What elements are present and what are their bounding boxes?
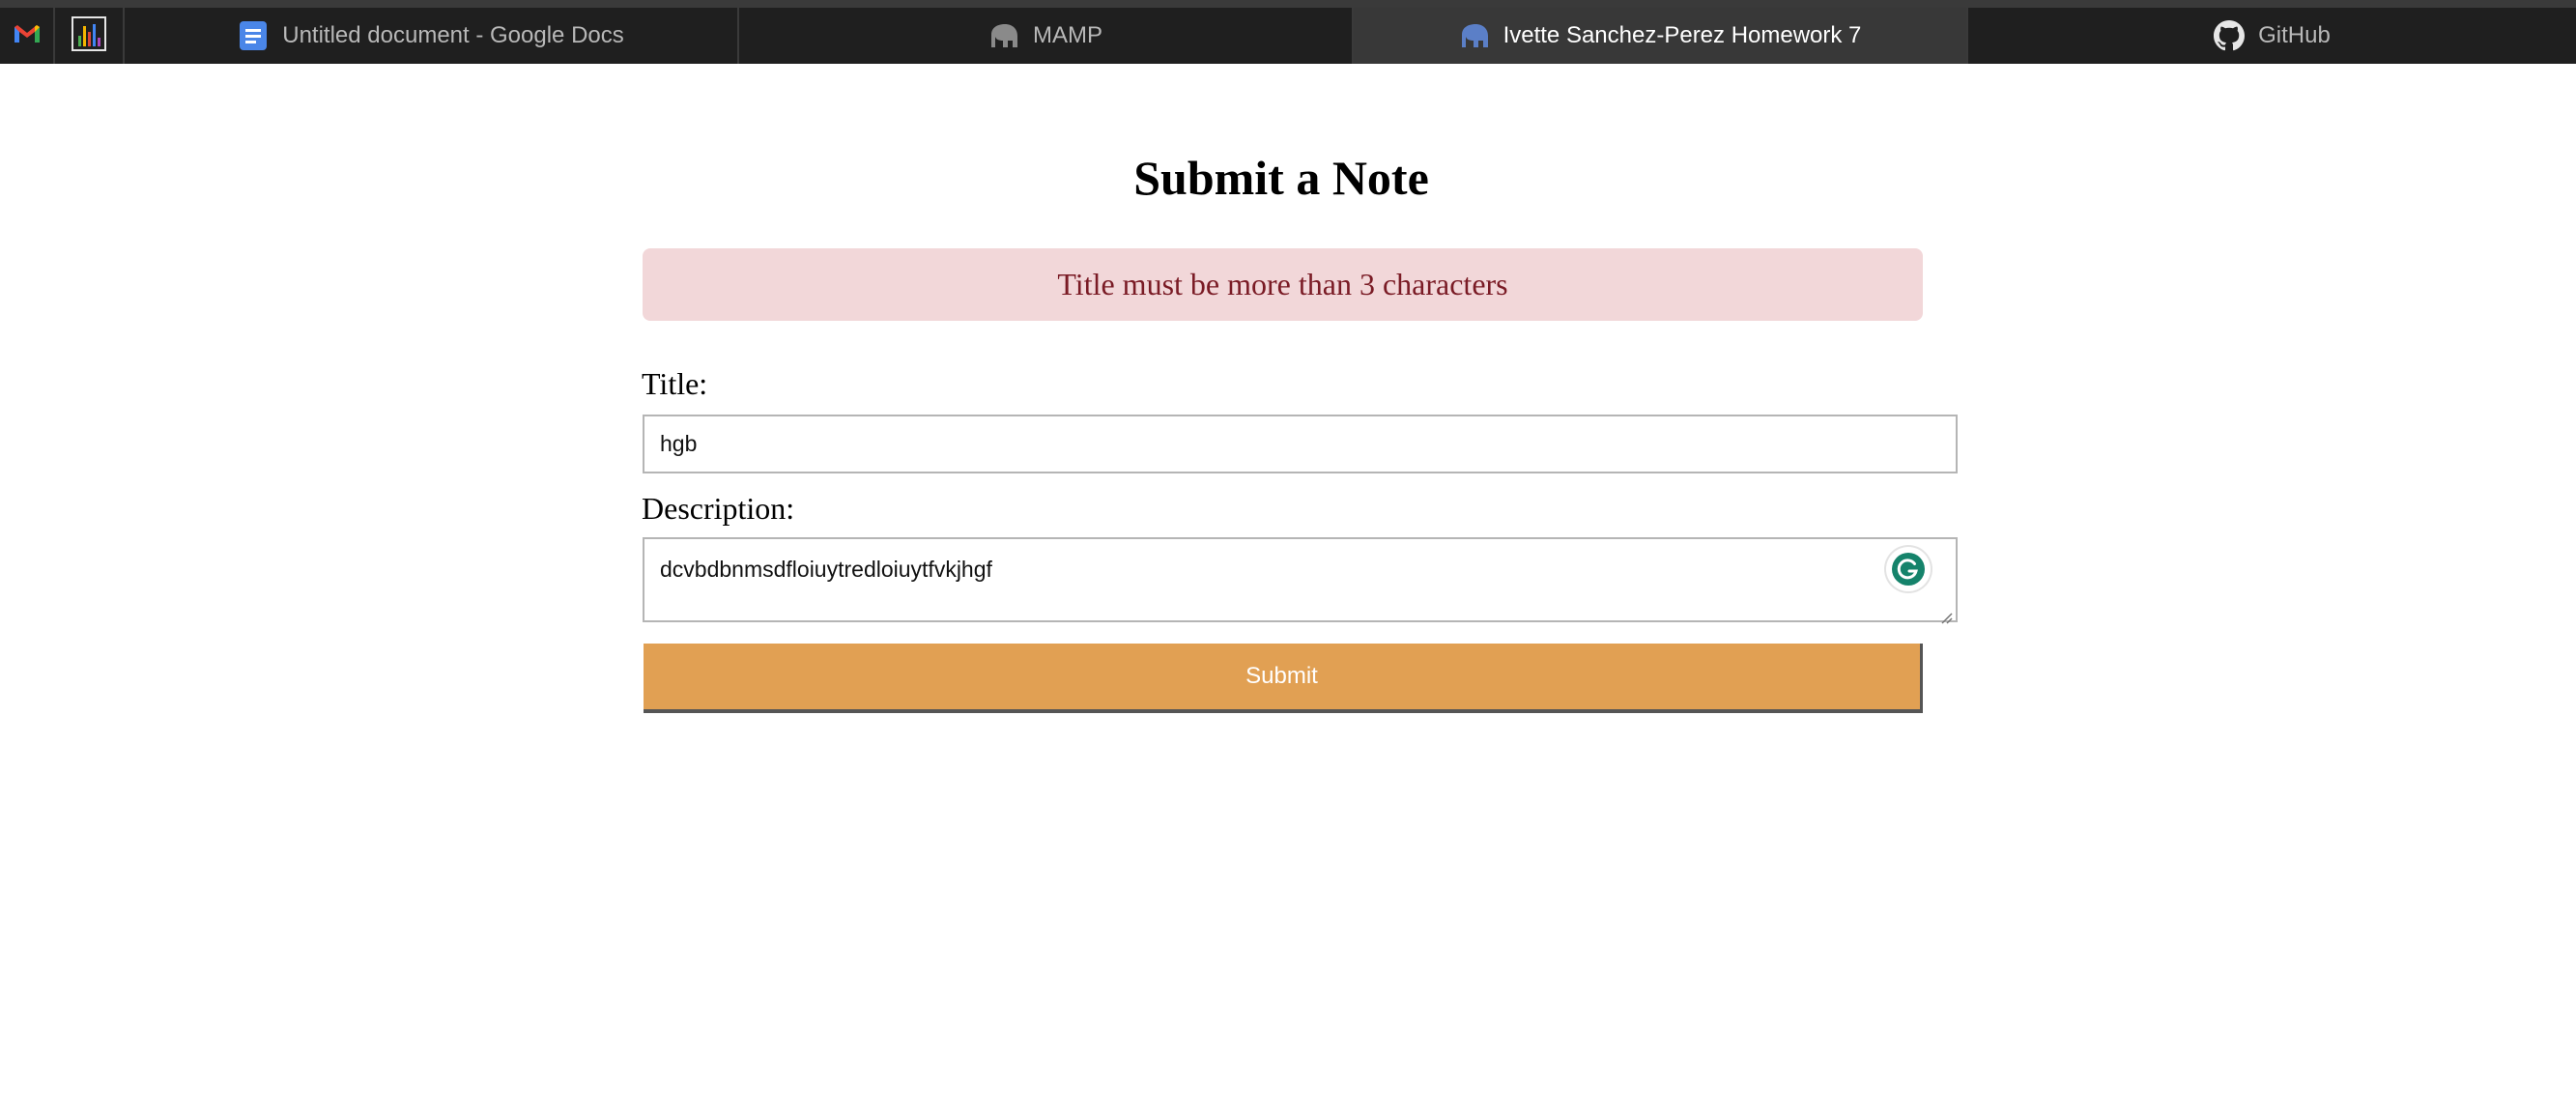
page-content: Submit a Note Title must be more than 3 … <box>0 64 2576 1117</box>
grammarly-icon[interactable] <box>1886 547 1931 591</box>
tab-label: Ivette Sanchez-Perez Homework 7 <box>1503 22 1862 48</box>
description-textarea[interactable]: dcvbdbnmsdfloiuytredloiuytfvkjhgf <box>643 537 1958 624</box>
error-alert: Title must be more than 3 characters <box>643 248 1923 321</box>
submit-button-label: Submit <box>1245 663 1318 689</box>
tab-mamp[interactable]: MAMP <box>739 8 1354 64</box>
title-input-value: hgb <box>660 431 698 456</box>
tab-label: GitHub <box>2258 22 2331 48</box>
google-docs-icon <box>238 20 269 51</box>
tab-homework-7[interactable]: Ivette Sanchez-Perez Homework 7 <box>1354 8 1968 64</box>
description-textarea-value: dcvbdbnmsdfloiuytredloiuytfvkjhgf <box>660 557 992 582</box>
tab-github[interactable]: GitHub <box>1968 8 2576 64</box>
pinned-tab-gmail[interactable] <box>0 8 55 64</box>
submit-button[interactable]: Submit <box>644 644 1923 713</box>
tab-label: Untitled document - Google Docs <box>282 22 624 48</box>
gmail-icon <box>13 23 42 49</box>
page-title: Submit a Note <box>1133 151 1429 205</box>
error-message: Title must be more than 3 characters <box>1057 267 1508 301</box>
resize-handle-icon[interactable] <box>1939 604 1953 624</box>
title-input[interactable]: hgb <box>643 415 1958 473</box>
pinned-tab-analytics[interactable] <box>55 8 125 64</box>
description-label: Description: <box>642 491 795 526</box>
php-elephant-icon <box>1459 23 1490 48</box>
tab-google-docs[interactable]: Untitled document - Google Docs <box>125 8 739 64</box>
tab-label: MAMP <box>1033 22 1102 48</box>
github-icon <box>2214 20 2246 51</box>
title-label: Title: <box>642 366 708 401</box>
analytics-icon <box>72 15 106 56</box>
browser-tab-strip: Untitled document - Google Docs MAMP Ive… <box>0 0 2576 64</box>
mamp-elephant-icon <box>988 23 1019 48</box>
